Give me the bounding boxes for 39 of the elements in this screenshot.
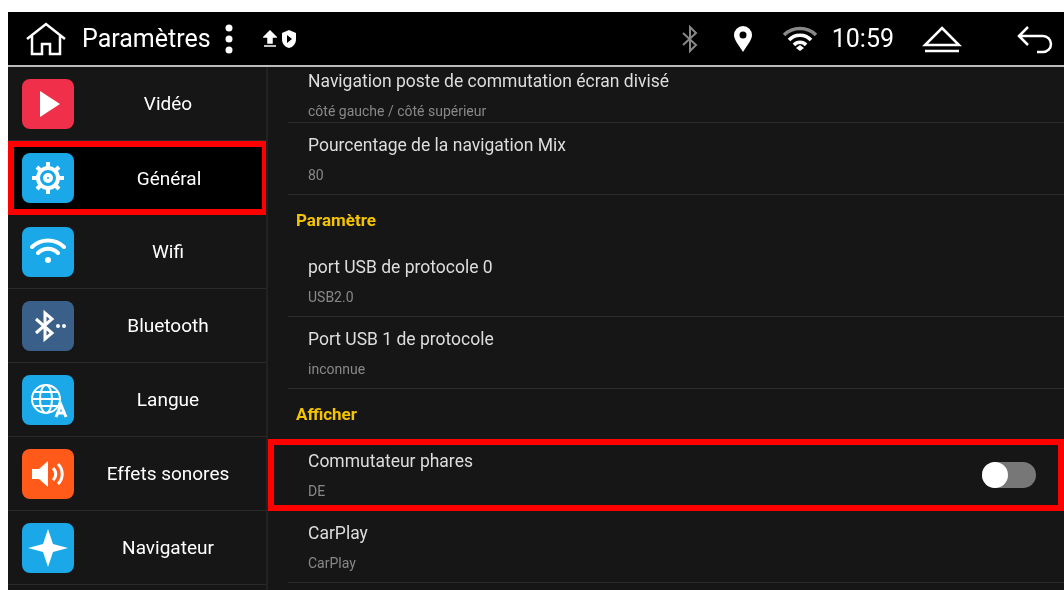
- section-header: Paramètre: [295, 209, 377, 232]
- speaker-icon: [22, 448, 74, 499]
- setting-title: Port USB 1 de protocole: [308, 328, 495, 349]
- setting-title: port USB de protocole 0: [308, 256, 494, 277]
- wifi-signal-icon: [781, 25, 818, 52]
- setting-row[interactable]: CarPlay CarPlay: [288, 511, 1064, 583]
- bluetooth-icon: [22, 300, 74, 351]
- setting-title: CarPlay: [308, 522, 369, 543]
- setting-value: côté gauche / côté supérieur: [308, 102, 488, 119]
- setting-row[interactable]: Navigation poste de commutation écran divisé côté gauche / côté supérieur: [288, 67, 1064, 123]
- toggle-switch[interactable]: [982, 462, 1036, 488]
- section-header: Afficher: [295, 403, 358, 426]
- setting-value: USB2.0: [308, 288, 355, 305]
- setting-value: DE: [308, 483, 327, 499]
- menu-icon[interactable]: [224, 23, 233, 54]
- eject-icon[interactable]: [922, 24, 962, 53]
- setting-row[interactable]: Commutateur phares DE: [268, 439, 1064, 511]
- clock-time: 10:59: [831, 24, 894, 53]
- upload-icon: [262, 29, 277, 48]
- shield-icon: [280, 28, 297, 49]
- compass-icon: [22, 522, 74, 573]
- play-icon: [22, 78, 74, 129]
- setting-title: Commutateur phares: [308, 451, 474, 471]
- setting-title: Navigation poste de commutation écran divisé: [308, 70, 670, 91]
- setting-title: Pourcentage de la navigation Mix: [308, 134, 568, 155]
- wifi-icon: [22, 226, 74, 277]
- globe-icon: [22, 374, 74, 425]
- setting-value: CarPlay: [308, 554, 357, 571]
- setting-row[interactable]: Port USB 1 de protocole inconnue: [288, 317, 1064, 389]
- sidebar-item[interactable]: Général: [8, 141, 266, 215]
- setting-row[interactable]: port USB de protocole 0 USB2.0: [288, 245, 1064, 317]
- home-icon[interactable]: [24, 21, 68, 56]
- setting-value: 80: [308, 166, 325, 183]
- gear-icon: [22, 153, 74, 203]
- setting-value: inconnue: [308, 360, 367, 377]
- screen-title: Paramètres: [82, 24, 211, 53]
- back-icon[interactable]: [1016, 23, 1054, 54]
- setting-row[interactable]: Pourcentage de la navigation Mix 80: [288, 123, 1064, 195]
- location-pin-icon: [731, 24, 754, 53]
